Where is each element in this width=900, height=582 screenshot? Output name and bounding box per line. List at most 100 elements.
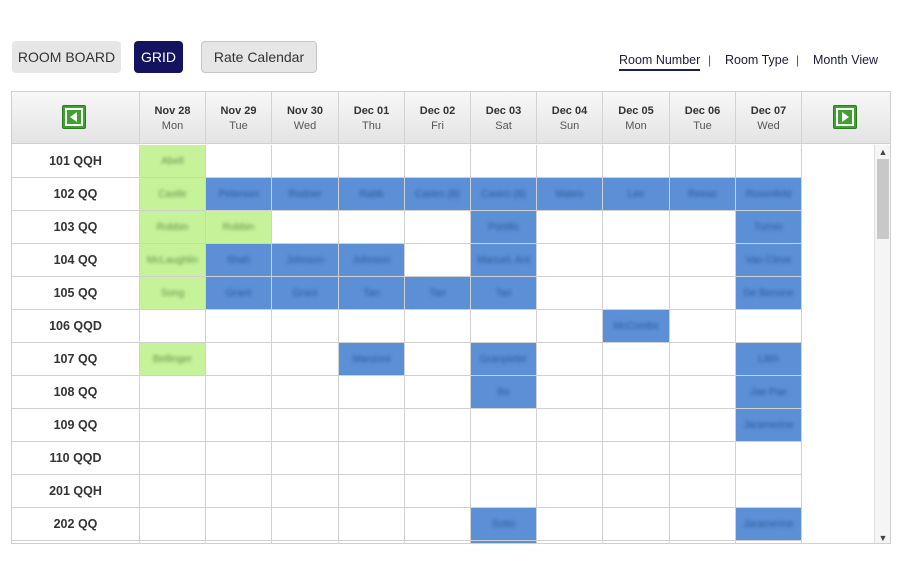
empty-day-cell[interactable] xyxy=(735,145,801,177)
room-number-label[interactable]: 201 QQH xyxy=(12,475,139,507)
prev-arrow-icon[interactable] xyxy=(62,105,86,129)
room-number-label[interactable]: 101 QQH xyxy=(12,145,139,177)
empty-day-cell[interactable] xyxy=(669,442,735,474)
empty-day-cell[interactable] xyxy=(404,343,470,375)
booking-block[interactable]: Rosenfeld xyxy=(736,178,801,210)
empty-day-cell[interactable] xyxy=(470,310,536,342)
empty-day-cell[interactable] xyxy=(338,310,404,342)
month-view-link[interactable]: Month View xyxy=(813,53,878,67)
empty-day-cell[interactable] xyxy=(139,376,205,408)
empty-day-cell[interactable] xyxy=(338,541,404,543)
booking-block[interactable]: Robbin xyxy=(206,211,271,243)
empty-day-cell[interactable] xyxy=(602,244,669,276)
vertical-scrollbar[interactable]: ▲ ▼ xyxy=(874,145,890,543)
booking-block[interactable]: Castro (8) xyxy=(471,178,536,210)
booking-block[interactable]: Tan xyxy=(471,277,536,309)
empty-day-cell[interactable] xyxy=(271,442,338,474)
empty-day-cell[interactable] xyxy=(602,475,669,507)
room-number-label[interactable]: 105 QQ xyxy=(12,277,139,309)
room-number-label[interactable]: 110 QQD xyxy=(12,442,139,474)
booking-block[interactable]: Shah xyxy=(206,244,271,276)
empty-day-cell[interactable] xyxy=(338,475,404,507)
booking-block[interactable]: Robbin xyxy=(140,211,205,243)
empty-day-cell[interactable] xyxy=(536,310,602,342)
booking-block[interactable]: Reese xyxy=(670,178,735,210)
room-number-label[interactable]: 102 QQ xyxy=(12,178,139,210)
room-number-label[interactable]: 103 QQ xyxy=(12,211,139,243)
empty-day-cell[interactable] xyxy=(139,541,205,543)
booking-block[interactable]: Portillo xyxy=(471,211,536,243)
empty-day-cell[interactable] xyxy=(404,508,470,540)
empty-day-cell[interactable] xyxy=(205,442,271,474)
empty-day-cell[interactable] xyxy=(536,409,602,441)
empty-day-cell[interactable] xyxy=(338,508,404,540)
booking-block[interactable]: Peterson xyxy=(206,178,271,210)
empty-day-cell[interactable] xyxy=(536,277,602,309)
empty-day-cell[interactable] xyxy=(404,244,470,276)
booking-block[interactable]: Rodner xyxy=(272,178,338,210)
booking-block[interactable]: Johnson xyxy=(272,244,338,276)
room-number-label[interactable]: 107 QQ xyxy=(12,343,139,375)
empty-day-cell[interactable] xyxy=(338,409,404,441)
booking-block[interactable]: McCombs xyxy=(603,310,669,342)
booking-block[interactable]: Grant xyxy=(206,277,271,309)
empty-day-cell[interactable] xyxy=(271,409,338,441)
empty-day-cell[interactable] xyxy=(404,145,470,177)
empty-day-cell[interactable] xyxy=(205,310,271,342)
empty-day-cell[interactable] xyxy=(669,541,735,543)
booking-block[interactable]: Tan xyxy=(405,277,470,309)
empty-day-cell[interactable] xyxy=(536,145,602,177)
booking-block[interactable]: Tan xyxy=(339,277,404,309)
empty-day-cell[interactable] xyxy=(669,376,735,408)
empty-day-cell[interactable] xyxy=(470,442,536,474)
empty-day-cell[interactable] xyxy=(271,310,338,342)
booking-block[interactable]: McLaughlin xyxy=(140,244,205,276)
empty-day-cell[interactable] xyxy=(669,277,735,309)
empty-day-cell[interactable] xyxy=(669,244,735,276)
booking-block[interactable]: Castle xyxy=(140,178,205,210)
empty-day-cell[interactable] xyxy=(735,310,801,342)
empty-day-cell[interactable] xyxy=(602,277,669,309)
room-type-link[interactable]: Room Type xyxy=(725,53,789,67)
room-number-link[interactable]: Room Number xyxy=(619,53,701,71)
booking-block[interactable]: Sotto xyxy=(471,508,536,540)
empty-day-cell[interactable] xyxy=(338,145,404,177)
empty-day-cell[interactable] xyxy=(602,211,669,243)
empty-day-cell[interactable] xyxy=(470,145,536,177)
empty-day-cell[interactable] xyxy=(404,475,470,507)
scroll-up-icon[interactable]: ▲ xyxy=(877,147,889,157)
empty-day-cell[interactable] xyxy=(139,508,205,540)
room-number-label[interactable]: 104 QQ xyxy=(12,244,139,276)
booking-block[interactable]: Manuel, Ant xyxy=(471,244,536,276)
empty-day-cell[interactable] xyxy=(139,310,205,342)
empty-day-cell[interactable] xyxy=(205,343,271,375)
empty-day-cell[interactable] xyxy=(536,211,602,243)
empty-day-cell[interactable] xyxy=(404,376,470,408)
booking-block[interactable]: Lilith xyxy=(736,343,801,375)
booking-block[interactable]: Johnson xyxy=(339,244,404,276)
booking-block[interactable]: Mateo xyxy=(537,178,602,210)
empty-day-cell[interactable] xyxy=(669,145,735,177)
booking-block[interactable]: Castro (8) xyxy=(405,178,470,210)
room-number-label[interactable]: 202 QQ xyxy=(12,508,139,540)
booking-block[interactable]: Abell xyxy=(140,145,205,177)
empty-day-cell[interactable] xyxy=(404,211,470,243)
empty-day-cell[interactable] xyxy=(735,442,801,474)
empty-day-cell[interactable] xyxy=(669,310,735,342)
empty-day-cell[interactable] xyxy=(205,409,271,441)
empty-day-cell[interactable] xyxy=(536,343,602,375)
empty-day-cell[interactable] xyxy=(669,508,735,540)
booking-block[interactable]: Granpieter xyxy=(471,343,536,375)
empty-day-cell[interactable] xyxy=(139,442,205,474)
scroll-down-icon[interactable]: ▼ xyxy=(877,533,889,543)
empty-day-cell[interactable] xyxy=(404,409,470,441)
room-number-label[interactable]: 108 QQ xyxy=(12,376,139,408)
booking-block[interactable]: Van Cleve xyxy=(736,244,801,276)
empty-day-cell[interactable] xyxy=(271,475,338,507)
empty-day-cell[interactable] xyxy=(205,541,271,543)
empty-day-cell[interactable] xyxy=(602,541,669,543)
empty-day-cell[interactable] xyxy=(536,442,602,474)
empty-day-cell[interactable] xyxy=(536,541,602,543)
empty-day-cell[interactable] xyxy=(536,376,602,408)
empty-day-cell[interactable] xyxy=(735,541,801,543)
